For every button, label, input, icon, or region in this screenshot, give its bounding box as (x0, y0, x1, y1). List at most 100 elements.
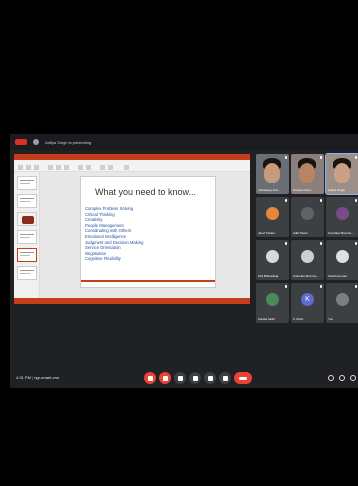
mic-icon (320, 156, 322, 159)
leave-call-button[interactable] (234, 372, 252, 384)
slide-thumbnail[interactable] (17, 230, 37, 244)
captions-icon (177, 375, 183, 381)
slide-title: What you need to know... (95, 187, 197, 197)
mic-icon (285, 242, 287, 245)
participant-avatar (266, 250, 279, 263)
find-icon (124, 165, 129, 170)
meeting-time: 4:31 PM (16, 375, 31, 380)
skills-list: Complex Problem Solving Critical Thinkin… (85, 206, 143, 262)
slide-canvas: What you need to know... Complex Problem… (40, 172, 250, 298)
mic-icon (285, 156, 287, 159)
participant-tile[interactable]: Kanika Sethi (256, 283, 289, 323)
participant-name: Aditi Tiwari (293, 231, 308, 235)
participant-name: Anamika Sharma... (293, 274, 319, 278)
bullets-icon (86, 165, 91, 170)
more-options-button[interactable] (219, 372, 231, 384)
shapes-icon (100, 165, 105, 170)
participant-tile[interactable]: Aditya Singh (325, 153, 358, 195)
arrange-icon (108, 165, 113, 170)
mic-icon (285, 285, 287, 288)
participant-tile[interactable]: Anushka Sharma... (326, 197, 358, 237)
participant-name: Kanika Sethi (258, 317, 275, 321)
italic-icon (64, 165, 69, 170)
camera-toggle-button[interactable] (159, 372, 171, 384)
meeting-code: ngr-enaet-vrw (34, 375, 59, 380)
participant-name: Anushka Sharma... (328, 231, 354, 235)
participant-avatar (336, 293, 349, 306)
current-slide: What you need to know... Complex Problem… (80, 176, 216, 288)
shared-screen: What you need to know... Complex Problem… (14, 154, 250, 304)
raise-hand-button[interactable] (189, 372, 201, 384)
presenting-icon (33, 139, 39, 145)
slide-footer-bar (81, 280, 215, 282)
skill-item: Cognitive Flexibility (85, 256, 121, 262)
participant-avatar (301, 207, 314, 220)
slide-thumbnails (14, 172, 40, 298)
mic-icon (355, 285, 357, 288)
participant-name: K Vishu (293, 317, 304, 321)
mic-icon (320, 285, 322, 288)
slide-thumbnail[interactable] (17, 176, 37, 190)
participant-avatar (336, 207, 349, 220)
slide-thumbnail[interactable] (17, 212, 37, 226)
participant-avatar (301, 250, 314, 263)
mic-toggle-button[interactable] (144, 372, 156, 384)
participant-tile[interactable]: Gurleen Kaur... (291, 154, 324, 194)
participant-tile[interactable]: K K Vishu (291, 283, 324, 323)
present-button[interactable] (204, 372, 216, 384)
mic-icon (285, 199, 287, 202)
call-controls (144, 372, 252, 384)
more-icon (222, 375, 228, 381)
mic-off-icon (147, 375, 153, 381)
recording-icon (15, 139, 27, 145)
participant-avatar (266, 293, 279, 306)
participant-tile[interactable]: Anamika Sharma... (291, 240, 324, 280)
side-panel-buttons (328, 375, 356, 381)
camera-off-icon (162, 375, 168, 381)
new-slide-icon (26, 165, 31, 170)
participant-grid: Aishwarya Jha... Gurleen Kaur... Aditya … (256, 153, 358, 366)
chat-icon[interactable] (350, 375, 356, 381)
paste-icon (18, 165, 23, 170)
font-icon (48, 165, 53, 170)
participant-name: Aishwarya Jha... (258, 188, 281, 192)
captions-button[interactable] (174, 372, 186, 384)
powerpoint-ribbon (14, 160, 250, 172)
participant-name: Janvi Thakur (258, 231, 276, 235)
participant-initial: K (305, 296, 310, 303)
hang-up-icon (239, 376, 247, 380)
layout-icon (34, 165, 39, 170)
mic-icon (355, 199, 357, 202)
align-icon (78, 165, 83, 170)
participant-tile[interactable]: Aditi Tiwari (291, 197, 324, 237)
bold-icon (56, 165, 61, 170)
mic-icon (320, 199, 322, 202)
slide-thumbnail[interactable] (17, 194, 37, 208)
powerpoint-statusbar (14, 298, 250, 304)
bottom-bar: 4:31 PM | ngr-enaet-vrw (10, 368, 358, 388)
people-icon[interactable] (339, 375, 345, 381)
participant-tile[interactable]: Sneha Kumari (326, 240, 358, 280)
participant-avatar (336, 250, 349, 263)
mic-icon (320, 242, 322, 245)
participant-name: Gurleen Kaur... (293, 188, 314, 192)
participant-name: Aditya Singh (328, 188, 345, 192)
hand-icon (192, 375, 198, 381)
top-bar: Aditya Singh is presenting (10, 134, 358, 150)
info-icon[interactable] (328, 375, 334, 381)
participant-tile[interactable]: Kirti Bharadwaj (256, 240, 289, 280)
participant-tile[interactable]: Aishwarya Jha... (256, 154, 289, 194)
present-icon (207, 375, 213, 381)
mic-icon (355, 242, 357, 245)
participant-name: You (328, 317, 334, 321)
presenting-label: Aditya Singh is presenting (45, 139, 92, 145)
participant-avatar (266, 207, 279, 220)
participant-tile-self[interactable]: You (326, 283, 358, 323)
meet-window: Aditya Singh is presenting What you need… (10, 134, 358, 388)
participant-name: Kirti Bharadwaj (258, 274, 279, 278)
participant-name: Sneha Kumari (328, 274, 348, 278)
slide-thumbnail[interactable] (17, 266, 37, 280)
slide-thumbnail-selected[interactable] (17, 248, 37, 262)
mic-icon (355, 156, 357, 159)
participant-tile[interactable]: Janvi Thakur (256, 197, 289, 237)
